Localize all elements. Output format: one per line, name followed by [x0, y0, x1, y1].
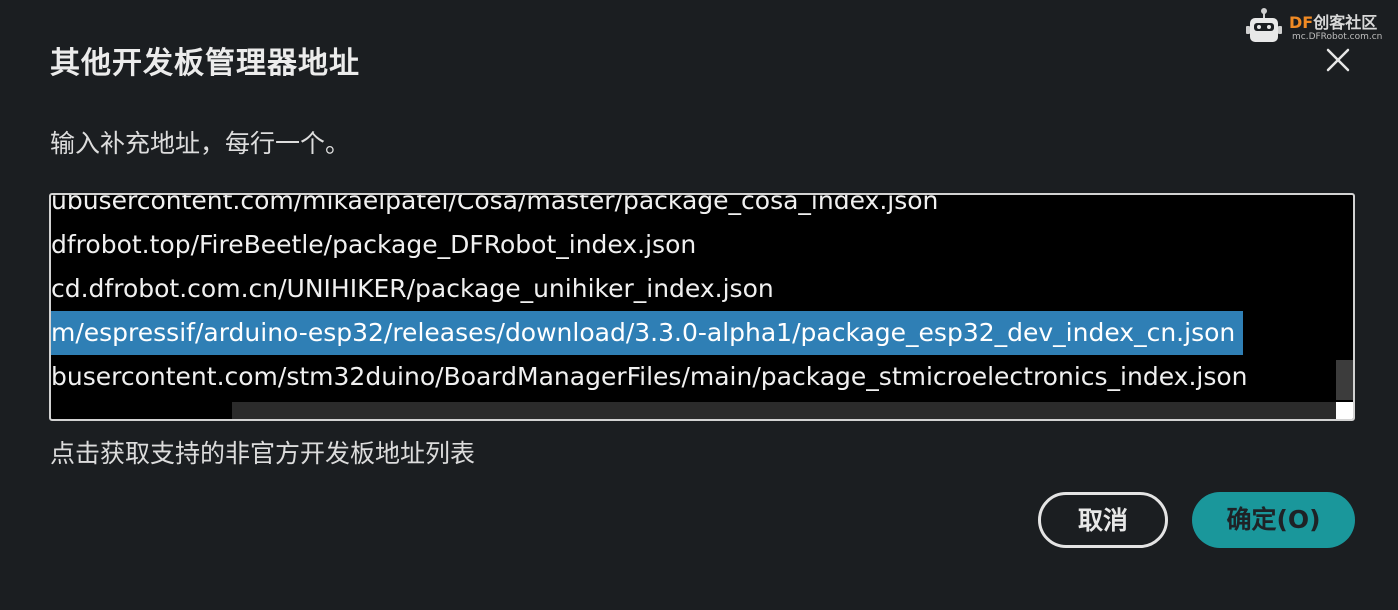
url-line: dfrobot.top/FireBeetle/package_DFRobot_i… — [51, 230, 697, 259]
url-line: busercontent.com/stm32duino/BoardManager… — [51, 362, 1248, 391]
cancel-button[interactable]: 取消 — [1038, 492, 1168, 548]
url-line: ubusercontent.com/mikaelpatel/Cosa/maste… — [51, 193, 939, 215]
horizontal-scrollbar-thumb[interactable] — [232, 402, 1337, 419]
board-manager-urls-dialog: DF创客社区 mc.DFRobot.com.cn 其他开发板管理器地址 输入补充… — [0, 0, 1398, 610]
unofficial-boards-list-link[interactable]: 点击获取支持的非官方开发板地址列表 — [50, 434, 475, 470]
vertical-scrollbar-thumb[interactable] — [1336, 360, 1353, 400]
dfrobot-watermark: DF创客社区 mc.DFRobot.com.cn — [1244, 6, 1394, 46]
scrollbar-corner — [1336, 402, 1353, 419]
watermark-brand: DF创客社区 — [1289, 9, 1377, 33]
close-icon — [1326, 48, 1350, 72]
watermark-url: mc.DFRobot.com.cn — [1292, 32, 1383, 42]
dialog-title: 其他开发板管理器地址 — [50, 46, 360, 81]
robot-logo-icon — [1246, 8, 1282, 42]
watermark-brand-suffix: 创客社区 — [1313, 13, 1378, 32]
url-line: cd.dfrobot.com.cn/UNIHIKER/package_unihi… — [51, 274, 774, 303]
watermark-brand-prefix: DF — [1289, 13, 1314, 32]
urls-textarea[interactable]: ubusercontent.com/mikaelpatel/Cosa/maste… — [49, 193, 1355, 421]
url-line-selected: m/espressif/arduino-esp32/releases/downl… — [51, 311, 1244, 355]
instruction-text: 输入补充地址，每行一个。 — [50, 129, 351, 158]
ok-button[interactable]: 确定(O) — [1192, 492, 1355, 548]
close-button[interactable] — [1322, 44, 1354, 76]
